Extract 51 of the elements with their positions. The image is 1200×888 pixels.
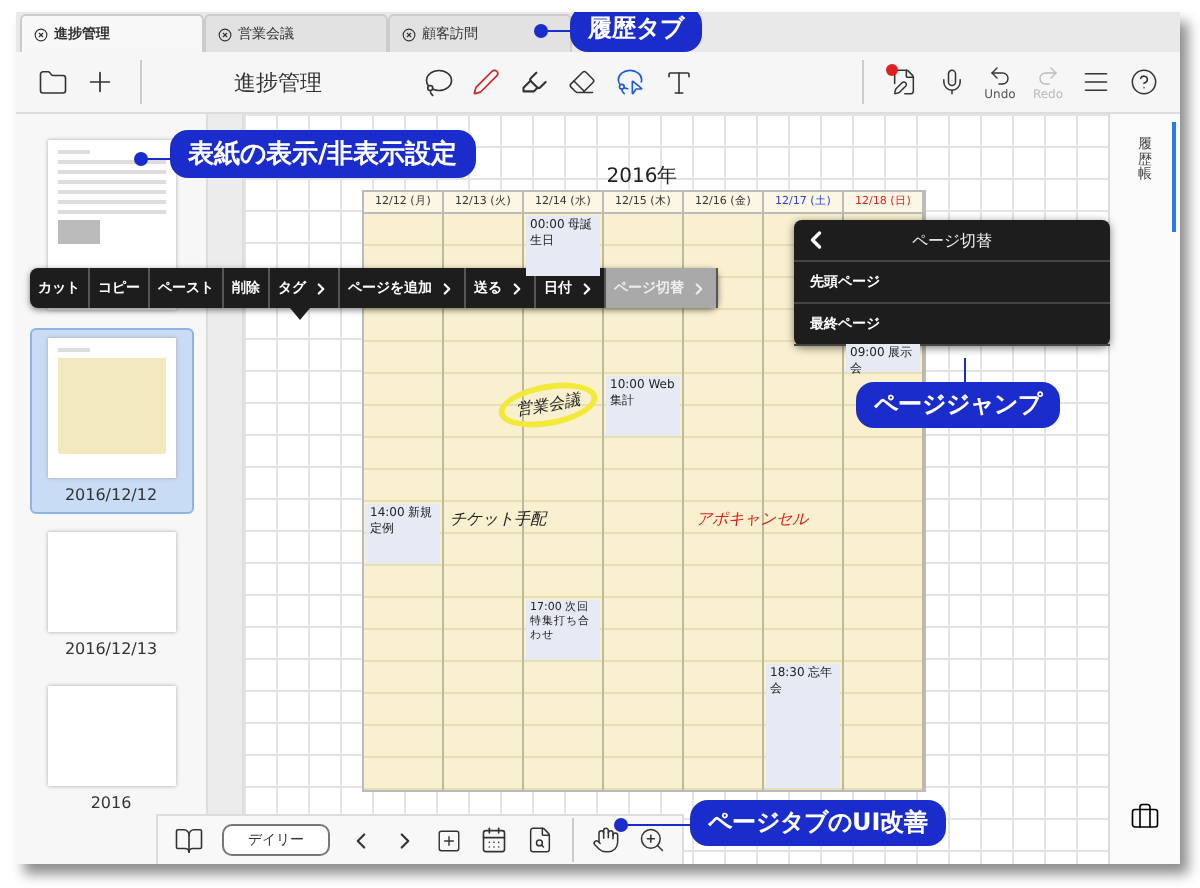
page-date: 2016: [90, 794, 132, 812]
plus-icon[interactable]: [84, 66, 116, 98]
calendar-year: 2016年: [604, 166, 680, 190]
leader-line: [544, 30, 572, 32]
chevron-icon: [578, 279, 596, 297]
lasso-select-icon[interactable]: [616, 68, 644, 96]
notification-badge: [886, 64, 898, 76]
zoom-icon[interactable]: [638, 826, 666, 854]
page-thumbnail[interactable]: [47, 338, 175, 478]
chevron-icon: [690, 279, 708, 297]
page-date: 2016/12/12: [64, 486, 158, 504]
pen-icon[interactable]: [472, 68, 500, 96]
undo-icon: [988, 63, 1012, 87]
eraser-icon[interactable]: [568, 68, 596, 96]
microphone-icon[interactable]: [938, 68, 966, 96]
leader-line: [624, 824, 692, 826]
leader-line: [964, 358, 966, 382]
add-page-icon[interactable]: [436, 827, 462, 853]
selected-thumbnail-card[interactable]: 2016/12/12: [29, 328, 193, 514]
search-icon[interactable]: [526, 826, 554, 854]
close-icon[interactable]: [402, 27, 416, 41]
page-date: 2016/12/13: [64, 640, 158, 658]
annotation-callout: 履歴タブ: [570, 12, 702, 52]
submenu-title: ページ切替: [910, 229, 994, 251]
book-icon[interactable]: [174, 825, 204, 855]
help-icon[interactable]: [1130, 68, 1158, 96]
hand-icon[interactable]: [592, 826, 620, 854]
close-icon[interactable]: [34, 27, 48, 41]
annotation-callout: ページタブのUI改善: [690, 800, 947, 846]
handwritten-note: チケット手配: [450, 508, 546, 530]
calendar-icon[interactable]: [480, 826, 508, 854]
page-thumbnail[interactable]: [47, 532, 175, 632]
note-title: 進捗管理: [234, 67, 322, 97]
chevron-icon: [438, 279, 456, 297]
close-icon[interactable]: [218, 27, 232, 41]
redo-icon: [1036, 63, 1060, 87]
menu-icon[interactable]: [1082, 68, 1110, 96]
annotation-callout: ページジャンプ: [856, 382, 1060, 428]
annotation-callout: 表紙の表示/非表示設定: [170, 130, 476, 178]
toolbox-icon[interactable]: [1130, 802, 1160, 832]
chevron-icon: [312, 279, 330, 297]
text-icon[interactable]: [663, 67, 693, 97]
marker-icon[interactable]: [520, 68, 548, 96]
handwritten-note: アポキャンセル: [696, 508, 808, 530]
scrollbar: [1172, 122, 1176, 232]
page-thumbnail[interactable]: [47, 686, 175, 786]
lasso-icon[interactable]: [423, 67, 453, 97]
folder-icon[interactable]: [37, 67, 67, 97]
chevron-icon: [508, 279, 526, 297]
leader-line: [144, 158, 172, 160]
page-edit-icon[interactable]: [890, 68, 918, 96]
